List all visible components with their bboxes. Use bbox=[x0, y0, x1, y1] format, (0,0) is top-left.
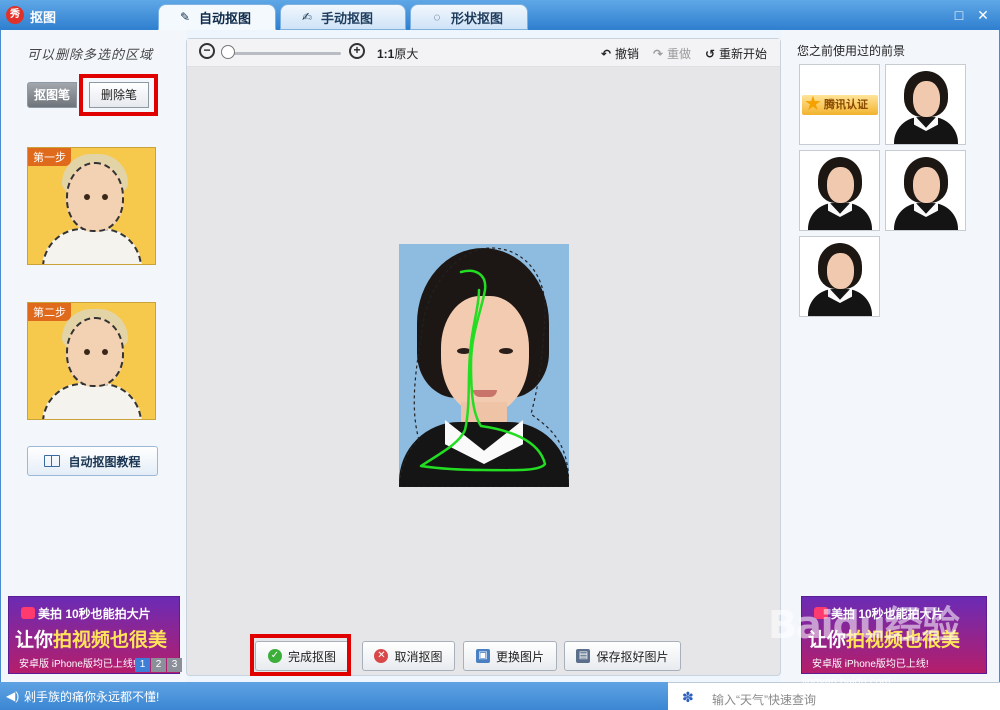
canvas-toolbar: − + 1:1原大 ↶ 撤销 ↷ 重做 ↺ 重新开始 bbox=[187, 39, 780, 67]
foreground-thumb[interactable] bbox=[799, 150, 880, 231]
zoom-in-icon[interactable]: + bbox=[349, 43, 365, 59]
certified-badge: ★ 腾讯认证 bbox=[802, 93, 878, 115]
ratio-prefix: 1:1 bbox=[377, 47, 395, 61]
baby-face bbox=[66, 317, 124, 387]
undo-label: 撤销 bbox=[615, 47, 640, 61]
title-bar: 秀 抠图 ✎ 自动抠图 ✍ 手动抠图 ◌ 形状抠图 □ ✕ bbox=[0, 0, 1000, 30]
hand-pen-icon: ✍ bbox=[301, 10, 313, 24]
book-icon bbox=[44, 455, 61, 467]
ad-platforms: 安卓版 iPhone版均已上线! bbox=[19, 659, 136, 670]
brush-icon: ✎ bbox=[179, 10, 191, 24]
selection-outline bbox=[399, 247, 569, 487]
tab-label: 形状抠图 bbox=[451, 10, 504, 26]
actual-size-button[interactable]: 1:1原大 bbox=[377, 45, 418, 62]
cancel-cutout-button[interactable]: ✕ 取消抠图 bbox=[362, 641, 455, 671]
ad-pager: 1 2 3 bbox=[135, 658, 183, 672]
restart-button[interactable]: ↺ 重新开始 bbox=[705, 45, 767, 62]
tab-label: 手动抠图 bbox=[321, 10, 374, 26]
ad-headline-highlight: 拍视频也很美 bbox=[53, 630, 168, 651]
portrait-photo[interactable] bbox=[399, 244, 569, 487]
left-panel: 可以删除多选的区域 抠图笔 删除笔 第一步 第二步 自动抠图教程 美拍 10秒也… bbox=[1, 30, 186, 682]
zoom-slider[interactable] bbox=[223, 52, 341, 55]
baby-face bbox=[66, 162, 124, 232]
step-label: 第一步 bbox=[28, 148, 71, 166]
ad-brand-line: 美拍 10秒也能拍大片 bbox=[38, 607, 151, 621]
replace-image-button[interactable]: ▣ 更换图片 bbox=[463, 641, 557, 671]
right-panel: 您之前使用过的前景 ★ 腾讯认证 美拍 10秒也能拍大片 让你拍视频也很美 安卓版… bbox=[781, 30, 999, 682]
main-area: 可以删除多选的区域 抠图笔 删除笔 第一步 第二步 自动抠图教程 美拍 10秒也… bbox=[0, 30, 1000, 682]
foreground-thumb[interactable] bbox=[799, 236, 880, 317]
foreground-thumb[interactable] bbox=[885, 64, 966, 145]
status-message[interactable]: 剁手族的痛你永远都不懂! bbox=[24, 688, 159, 705]
tutorial-button[interactable]: 自动抠图教程 bbox=[27, 446, 158, 476]
star-icon: ★ bbox=[804, 93, 822, 115]
foreground-history-title: 您之前使用过的前景 bbox=[797, 44, 906, 58]
zoom-out-icon[interactable]: − bbox=[199, 43, 215, 59]
step-two-card[interactable]: 第二步 bbox=[27, 302, 156, 420]
replace-label: 更换图片 bbox=[495, 649, 544, 664]
redo-label: 重做 bbox=[667, 47, 692, 61]
cutout-pen-button[interactable]: 抠图笔 bbox=[27, 82, 77, 108]
zoom-slider-handle[interactable] bbox=[221, 45, 235, 59]
hint-note: 可以删除多选的区域 bbox=[27, 48, 154, 63]
ad-headline-prefix: 让你 bbox=[15, 630, 54, 651]
baby-body bbox=[42, 228, 142, 264]
cancel-label: 取消抠图 bbox=[394, 649, 443, 664]
tab-shape-cutout[interactable]: ◌ 形状抠图 bbox=[410, 4, 528, 30]
step-one-card[interactable]: 第一步 bbox=[27, 147, 156, 265]
foreground-thumb-badge[interactable]: ★ 腾讯认证 bbox=[799, 64, 880, 145]
ratio-label: 原大 bbox=[394, 47, 419, 61]
save-disk-icon: ▤ bbox=[576, 649, 591, 663]
undo-icon: ↶ bbox=[601, 47, 612, 61]
ad-page-2[interactable]: 2 bbox=[151, 658, 166, 672]
restart-label: 重新开始 bbox=[719, 47, 768, 61]
baidu-paw-icon: ✽ bbox=[682, 689, 694, 705]
redo-button[interactable]: ↷ 重做 bbox=[653, 45, 691, 62]
highlight-box bbox=[79, 74, 158, 116]
baidu-watermark: Baidu经验 bbox=[768, 603, 960, 647]
step-label: 第二步 bbox=[28, 303, 71, 321]
undo-button[interactable]: ↶ 撤销 bbox=[601, 45, 639, 62]
meipai-logo-icon bbox=[21, 607, 35, 619]
close-icon[interactable]: ✕ bbox=[974, 6, 992, 24]
image-icon: ▣ bbox=[475, 649, 490, 663]
save-cutout-button[interactable]: ▤ 保存抠好图片 bbox=[564, 641, 681, 671]
shape-dotted-icon: ◌ bbox=[433, 10, 441, 24]
ad-platforms: 安卓版 iPhone版均已上线! bbox=[812, 659, 929, 670]
window-title: 抠图 bbox=[30, 10, 57, 25]
restart-icon: ↺ bbox=[705, 47, 716, 61]
speaker-icon: ◀) bbox=[6, 689, 20, 703]
redo-icon: ↷ bbox=[653, 47, 664, 61]
badge-label: 腾讯认证 bbox=[824, 99, 868, 111]
cancel-icon: ✕ bbox=[374, 649, 389, 663]
tab-label: 自动抠图 bbox=[199, 10, 252, 26]
save-label: 保存抠好图片 bbox=[596, 649, 669, 664]
tab-auto-cutout[interactable]: ✎ 自动抠图 bbox=[158, 4, 276, 30]
ad-page-1[interactable]: 1 bbox=[135, 658, 150, 672]
tab-manual-cutout[interactable]: ✍ 手动抠图 bbox=[280, 4, 406, 30]
foreground-thumb[interactable] bbox=[885, 150, 966, 231]
baby-body bbox=[42, 383, 142, 419]
ad-page-3[interactable]: 3 bbox=[167, 658, 182, 672]
highlight-box bbox=[250, 634, 351, 676]
app-logo-icon: 秀 bbox=[6, 6, 24, 24]
maximize-icon[interactable]: □ bbox=[950, 6, 968, 24]
tutorial-label: 自动抠图教程 bbox=[68, 454, 141, 469]
watermark-url: jingyan.baidu.com bbox=[802, 676, 891, 688]
search-input[interactable]: 输入“天气”快速查询 bbox=[712, 691, 816, 708]
canvas-panel: − + 1:1原大 ↶ 撤销 ↷ 重做 ↺ 重新开始 ✓ 完成抠图 ✕ 取消抠图… bbox=[186, 38, 781, 676]
